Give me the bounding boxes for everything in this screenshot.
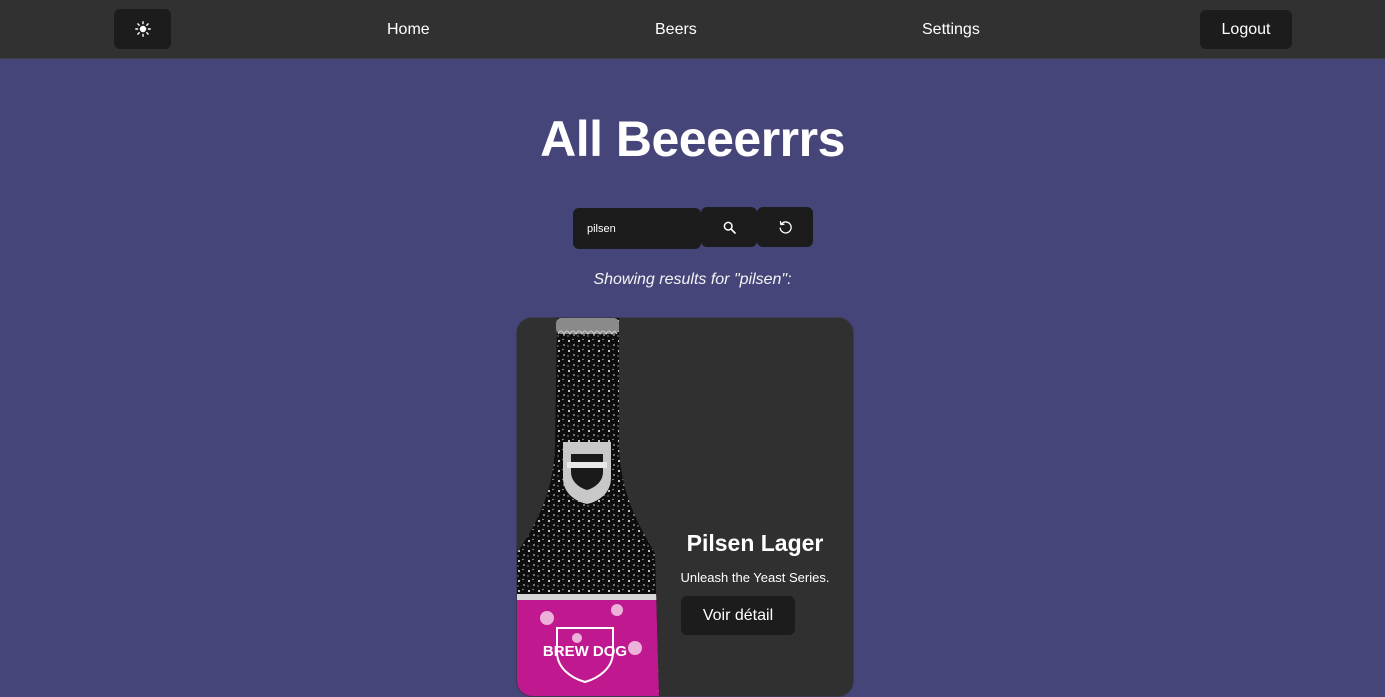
nav-link-beers[interactable]: Beers — [655, 0, 697, 59]
beer-bottle-image: BREW DOG — [517, 318, 659, 696]
reset-button[interactable] — [757, 207, 813, 247]
search-input[interactable] — [573, 208, 701, 249]
nav-link-home[interactable]: Home — [387, 0, 430, 59]
reset-icon — [779, 220, 792, 234]
navbar: Home Beers Settings Logout — [0, 0, 1385, 59]
beer-name: Pilsen Lager — [686, 530, 824, 556]
theme-toggle-button[interactable] — [114, 9, 171, 49]
search-icon — [723, 221, 736, 234]
bottle-label-text: BREW DOG — [543, 643, 627, 660]
results-message: Showing results for "pilsen": — [593, 271, 792, 288]
search-button[interactable] — [701, 207, 757, 247]
view-detail-button[interactable]: Voir détail — [681, 596, 795, 635]
beer-card: BREW DOG — [516, 317, 854, 697]
page-title: All Beeeerrrs — [540, 111, 845, 167]
logout-button[interactable]: Logout — [1200, 10, 1292, 49]
sun-icon — [134, 21, 151, 37]
nav-link-settings[interactable]: Settings — [922, 0, 980, 59]
beer-tagline: Unleash the Yeast Series. — [680, 570, 830, 585]
